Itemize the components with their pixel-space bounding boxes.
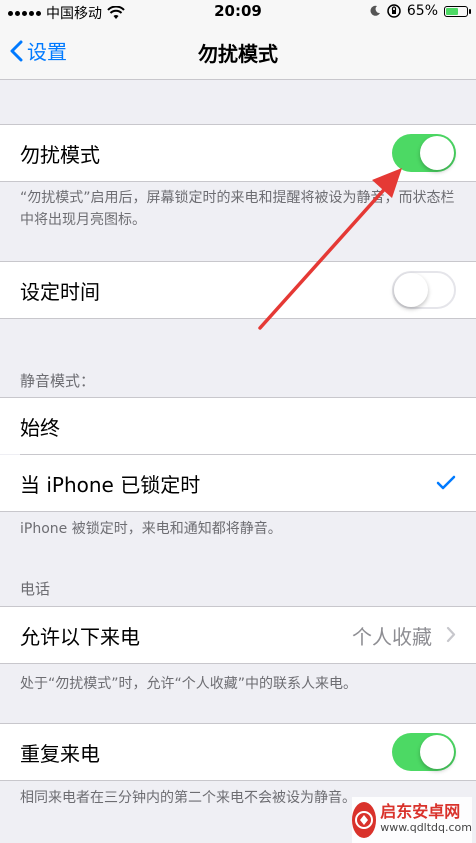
divider (0, 780, 476, 781)
watermark-text: 启东安卓网 www.qdltdq.com (380, 804, 472, 836)
silence-footnote: iPhone 被锁定时，来电和通知都将静音。 (20, 521, 282, 537)
divider (0, 181, 476, 182)
dnd-toggle[interactable] (392, 134, 456, 172)
orientation-lock-icon (387, 4, 401, 18)
status-bar: 中国移动 20:09 65% (0, 0, 476, 24)
battery-icon (444, 5, 471, 17)
divider (0, 318, 476, 319)
scheduled-label: 设定时间 (20, 280, 100, 304)
repeated-calls-row: 重复来电 (0, 724, 476, 780)
silence-header: 静音模式： (20, 372, 96, 390)
divider (0, 511, 476, 512)
watermark-url: www.qdltdq.com (380, 821, 472, 834)
dnd-footnote: “勿扰模式”启用后，屏幕锁定时的来电和提醒将被设为静音，而状态栏中将出现月亮图标… (20, 190, 455, 228)
scheduled-row: 设定时间 (0, 262, 476, 318)
phone-header: 电话 (20, 580, 51, 598)
divider (0, 663, 476, 664)
allow-calls-footnote: 处于“勿扰模式”时，允许“个人收藏”中的联系人来电。 (20, 676, 358, 692)
toggle-knob (420, 735, 454, 769)
repeated-calls-toggle[interactable] (392, 733, 456, 771)
watermark: 启东安卓网 www.qdltdq.com (352, 797, 472, 843)
allow-calls-row[interactable]: 允许以下来电 个人收藏 (0, 607, 476, 663)
nav-bar: 设置 勿扰模式 (0, 24, 476, 80)
option-label: 始终 (20, 416, 60, 440)
toggle-knob (420, 136, 454, 170)
silence-option-locked[interactable]: 当 iPhone 已锁定时 (0, 455, 476, 511)
silence-option-always[interactable]: 始终 (0, 398, 476, 454)
checkmark-icon (436, 475, 456, 490)
chevron-right-icon (446, 626, 456, 643)
allow-calls-value: 个人收藏 (352, 625, 432, 649)
toggle-knob (394, 273, 428, 307)
status-right: 65% (369, 3, 471, 19)
page-title: 勿扰模式 (198, 42, 278, 66)
dnd-label: 勿扰模式 (20, 143, 100, 167)
allow-calls-label: 允许以下来电 (20, 625, 140, 649)
scheduled-toggle[interactable] (392, 271, 456, 309)
watermark-title: 启东安卓网 (380, 802, 461, 821)
moon-icon (370, 5, 380, 16)
watermark-logo-icon (352, 802, 377, 838)
repeated-calls-label: 重复来电 (20, 742, 100, 766)
battery-percent: 65% (406, 3, 438, 19)
dnd-row: 勿扰模式 (0, 125, 476, 181)
option-label: 当 iPhone 已锁定时 (20, 473, 201, 497)
